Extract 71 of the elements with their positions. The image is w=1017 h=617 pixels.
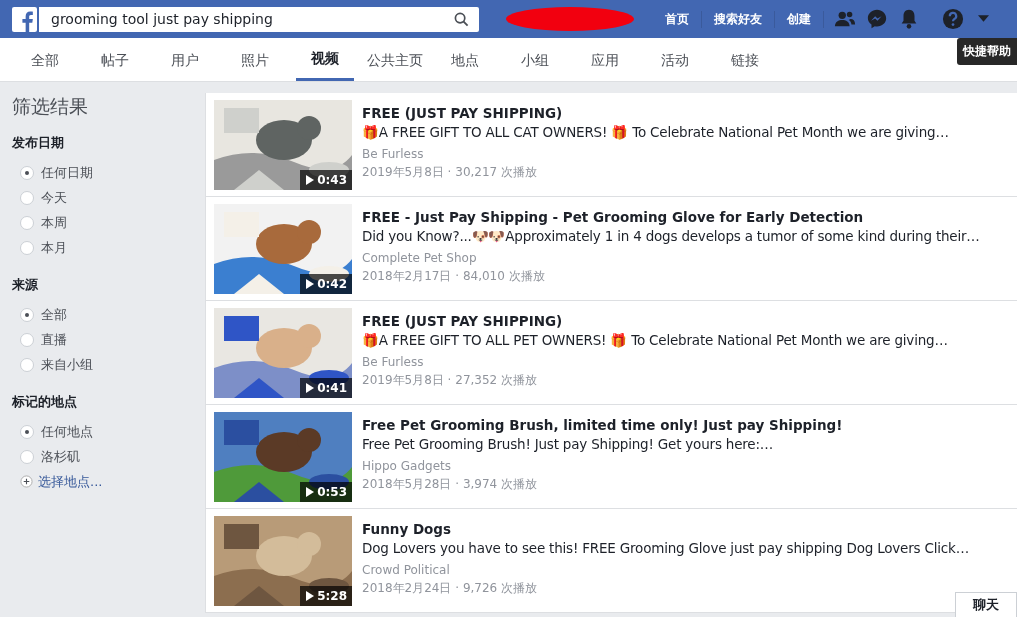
video-title[interactable]: FREE - Just Pay Shipping - Pet Grooming Glove for Early Detection <box>362 208 980 227</box>
filter-tab[interactable]: 地点 <box>430 38 500 81</box>
play-icon <box>306 279 315 289</box>
video-meta: 2019年5月8日 · 30,217 次播放 <box>362 164 539 181</box>
filter-tab[interactable]: 应用 <box>570 38 640 81</box>
filter-tab[interactable]: 照片 <box>220 38 290 81</box>
filter-tab[interactable]: 帖子 <box>80 38 150 81</box>
radio-button[interactable] <box>20 165 34 180</box>
video-meta: 2018年2月24日 · 9,726 次播放 <box>362 580 539 597</box>
duration-text: 0:43 <box>317 173 347 187</box>
video-title[interactable]: FREE (JUST PAY SHIPPING) <box>362 104 949 123</box>
radio-button[interactable] <box>20 332 34 347</box>
filter-tab[interactable]: 小组 <box>500 38 570 81</box>
video-description: 🎁A FREE GIFT TO ALL CAT OWNERS! 🎁 To Celebrate National Pet Month we are giving… <box>362 123 949 141</box>
filter-heading: 发布日期 <box>12 134 65 152</box>
radio-button[interactable] <box>20 240 34 255</box>
radio-label[interactable]: 今天 <box>41 188 67 207</box>
nav-link[interactable]: 创建 <box>775 10 824 28</box>
filter-tab[interactable]: 活动 <box>640 38 710 81</box>
search-field[interactable]: grooming tool just pay shipping <box>39 6 479 32</box>
filter-tab[interactable]: 全部 <box>10 38 80 81</box>
radio-label[interactable]: 直播 <box>41 330 67 349</box>
play-icon <box>306 487 315 497</box>
radio-button[interactable] <box>20 215 34 230</box>
help-icon[interactable] <box>942 8 964 30</box>
radio-button[interactable] <box>20 449 34 464</box>
filter-heading: 标记的地点 <box>12 393 78 411</box>
duration-text: 0:42 <box>317 277 347 291</box>
radio-button[interactable] <box>20 190 34 205</box>
search-icon[interactable] <box>454 11 469 27</box>
video-description: Did you Know?...🐶🐶Approximately 1 in 4 dogs develops a tumor of some kind during their… <box>362 227 980 245</box>
play-icon <box>306 175 315 185</box>
radio-label[interactable]: 任何地点 <box>41 422 93 441</box>
filter-tab[interactable]: 链接 <box>710 38 780 81</box>
play-icon <box>306 591 315 601</box>
filter-heading: 来源 <box>12 276 39 294</box>
duration-text: 0:53 <box>317 485 347 499</box>
radio-button[interactable] <box>20 424 34 439</box>
logo-icon[interactable] <box>12 6 37 32</box>
radio-label[interactable]: 本周 <box>41 213 67 232</box>
choose-place-link[interactable]: 选择地点... <box>38 472 103 491</box>
radio-label[interactable]: 任何日期 <box>41 163 93 182</box>
duration-text: 5:28 <box>317 589 347 603</box>
nav-link[interactable]: 搜索好友 <box>702 10 775 28</box>
video-description: Free Pet Grooming Brush! Just pay Shipping! Get yours here:… <box>362 435 775 453</box>
radio-label[interactable]: 本月 <box>41 238 67 257</box>
filter-tab[interactable]: 公共主页 <box>360 38 430 81</box>
video-title[interactable]: Funny Dogs <box>362 520 969 539</box>
radio-button[interactable] <box>20 357 34 372</box>
radio-label[interactable]: 洛杉矶 <box>41 447 80 466</box>
video-meta: 2019年5月8日 · 27,352 次播放 <box>362 372 539 389</box>
filter-tab[interactable]: 用户 <box>150 38 220 81</box>
tooltip: 快捷帮助 <box>957 38 1017 65</box>
duration-text: 0:41 <box>317 381 347 395</box>
video-description: 🎁A FREE GIFT TO ALL PET OWNERS! 🎁 To Celebrate National Pet Month we are giving… <box>362 331 948 349</box>
video-title[interactable]: Free Pet Grooming Brush, limited time only! Just pay Shipping! <box>362 416 843 435</box>
video-meta: 2018年2月17日 · 84,010 次播放 <box>362 268 546 285</box>
play-icon <box>306 383 315 393</box>
video-meta: 2018年5月28日 · 3,974 次播放 <box>362 476 539 493</box>
sidebar-title: 筛选结果 <box>12 94 89 119</box>
radio-button[interactable] <box>20 307 34 322</box>
radio-label[interactable]: 全部 <box>41 305 67 324</box>
nav-link[interactable]: 首页 <box>653 10 702 28</box>
radio-label[interactable]: 来自小组 <box>41 355 93 374</box>
filter-tab[interactable]: 视频 <box>296 38 354 81</box>
chat-tab[interactable]: 聊天 <box>955 592 1017 617</box>
video-description: Dog Lovers you have to see this! FREE Grooming Glove just pay shipping Dog Lovers Click… <box>362 539 969 557</box>
messenger-icon[interactable] <box>866 8 888 30</box>
video-title[interactable]: FREE (JUST PAY SHIPPING) <box>362 312 948 331</box>
caret-icon[interactable] <box>978 15 989 23</box>
add-icon[interactable] <box>20 475 33 488</box>
